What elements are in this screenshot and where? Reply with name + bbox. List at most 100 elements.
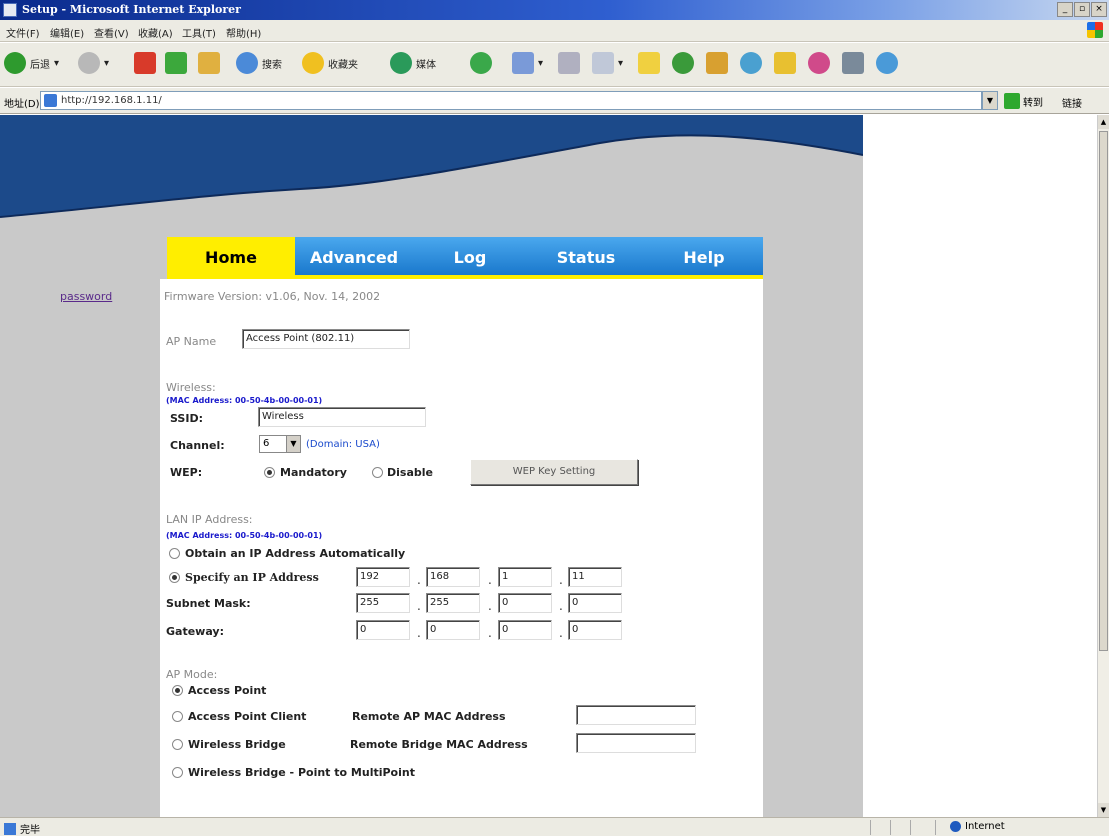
ap-mode-heading: AP Mode: — [166, 668, 218, 681]
mail-button[interactable]: ▾ — [512, 52, 543, 74]
favorites-button[interactable]: 收藏夹 — [302, 52, 358, 74]
address-label: 地址(D) — [4, 99, 40, 110]
ip-octet-2[interactable]: 168 — [426, 567, 480, 587]
tab-status[interactable]: Status — [527, 237, 645, 275]
go-button[interactable]: 转到 — [1004, 93, 1043, 109]
media-icon — [390, 52, 412, 74]
menu-file[interactable]: 文件(F) — [6, 25, 40, 40]
subnet-dot: . — [488, 599, 492, 613]
messenger-icon — [672, 52, 694, 74]
home-button[interactable] — [198, 52, 220, 74]
close-button[interactable]: × — [1091, 2, 1107, 17]
settings-form: Firmware Version: v1.06, Nov. 14, 2002 A… — [160, 279, 763, 817]
edit-icon — [592, 52, 614, 74]
page-icon — [44, 94, 57, 107]
back-button[interactable]: 后退 ▾ — [4, 52, 59, 74]
tab-log[interactable]: Log — [413, 237, 527, 275]
mode-ap-client-radio[interactable] — [172, 711, 183, 722]
tool-button-4[interactable] — [808, 52, 830, 74]
forward-button[interactable]: ▾ — [78, 52, 109, 74]
gateway-dot: . — [488, 626, 492, 640]
media-button[interactable]: 媒体 — [390, 52, 436, 74]
remote-bridge-mac-input[interactable] — [576, 733, 696, 753]
gateway-octet-2[interactable]: 0 — [426, 620, 480, 640]
gateway-octet-3[interactable]: 0 — [498, 620, 552, 640]
ip-octet-3[interactable]: 1 — [498, 567, 552, 587]
messenger-button[interactable] — [672, 52, 694, 74]
channel-select[interactable]: 6 ▼ — [259, 435, 301, 453]
tab-help[interactable]: Help — [645, 237, 763, 275]
gateway-dot: . — [417, 626, 421, 640]
subnet-octet-4[interactable]: 0 — [568, 593, 622, 613]
mode-wireless-bridge-label: Wireless Bridge — [188, 738, 286, 751]
subnet-octet-2[interactable]: 255 — [426, 593, 480, 613]
ap-name-input[interactable]: Access Point (802.11) — [242, 329, 410, 349]
note-icon — [774, 52, 796, 74]
address-bar: 地址(D) http://192.168.1.11/ ▼ 转到 链接 — [0, 88, 1109, 114]
menu-view[interactable]: 查看(V) — [94, 25, 129, 40]
menu-tools[interactable]: 工具(T) — [182, 25, 216, 40]
gateway-octet-1[interactable]: 0 — [356, 620, 410, 640]
specify-ip-label: Specify an IP Address — [185, 571, 319, 584]
star-icon — [302, 52, 324, 74]
gateway-octet-4[interactable]: 0 — [568, 620, 622, 640]
password-link[interactable]: password — [60, 290, 112, 303]
maximize-button[interactable]: ▫ — [1074, 2, 1090, 17]
obtain-ip-auto-radio[interactable] — [169, 548, 180, 559]
tool-button-2[interactable] — [740, 52, 762, 74]
gateway-dot: . — [559, 626, 563, 640]
address-url: http://192.168.1.11/ — [61, 95, 162, 106]
stop-button[interactable] — [134, 52, 156, 74]
ssid-input[interactable]: Wireless — [258, 407, 426, 427]
tool-button-1[interactable] — [706, 52, 728, 74]
tool-button-6[interactable] — [876, 52, 898, 74]
menu-bar: 文件(F) 编辑(E) 查看(V) 收藏(A) 工具(T) 帮助(H) — [0, 20, 1109, 42]
address-input[interactable]: http://192.168.1.11/ — [40, 91, 982, 110]
wep-mandatory-radio[interactable] — [264, 467, 275, 478]
mode-access-point-radio[interactable] — [172, 685, 183, 696]
wireless-heading: Wireless: — [166, 381, 216, 394]
tool-button-5[interactable] — [842, 52, 864, 74]
scroll-thumb[interactable] — [1099, 131, 1108, 651]
subnet-dot: . — [559, 599, 563, 613]
menu-edit[interactable]: 编辑(E) — [50, 25, 84, 40]
scroll-down-icon[interactable]: ▼ — [1098, 803, 1109, 817]
remote-ap-mac-input[interactable] — [576, 705, 696, 725]
print-button[interactable] — [558, 52, 580, 74]
subnet-mask-label: Subnet Mask: — [166, 597, 251, 610]
mode-wireless-bridge-radio[interactable] — [172, 739, 183, 750]
folder-button[interactable] — [638, 52, 660, 74]
menu-favorites[interactable]: 收藏(A) — [138, 25, 173, 40]
remote-ap-mac-label: Remote AP MAC Address — [352, 710, 506, 723]
menu-help[interactable]: 帮助(H) — [226, 25, 261, 40]
browser-toolbar: 后退 ▾ ▾ 搜索 收藏夹 媒体 ▾ ▾ — [0, 43, 1109, 87]
minimize-button[interactable]: _ — [1057, 2, 1073, 17]
ip-octet-4[interactable]: 11 — [568, 567, 622, 587]
subnet-octet-1[interactable]: 255 — [356, 593, 410, 613]
tool-button-3[interactable] — [774, 52, 796, 74]
lan-mac-address: (MAC Address: 00-50-4b-00-00-01) — [166, 531, 323, 540]
wep-disable-radio[interactable] — [372, 467, 383, 478]
edit-button[interactable]: ▾ — [592, 52, 623, 74]
tab-home[interactable]: Home — [167, 237, 295, 275]
status-divider — [870, 820, 871, 835]
search-icon — [236, 52, 258, 74]
specify-ip-radio[interactable] — [169, 572, 180, 583]
tools-icon — [706, 52, 728, 74]
subnet-octet-3[interactable]: 0 — [498, 593, 552, 613]
status-divider — [910, 820, 911, 835]
history-button[interactable] — [470, 52, 492, 74]
ip-octet-1[interactable]: 192 — [356, 567, 410, 587]
tab-advanced[interactable]: Advanced — [295, 237, 413, 275]
zone-label: Internet — [965, 821, 1005, 832]
refresh-button[interactable] — [165, 52, 187, 74]
vertical-scrollbar[interactable]: ▲ ▼ — [1097, 115, 1109, 817]
address-dropdown-icon[interactable]: ▼ — [982, 91, 998, 110]
links-button[interactable]: 链接 — [1062, 95, 1082, 110]
search-button[interactable]: 搜索 — [236, 52, 282, 74]
wep-disable-label: Disable — [387, 466, 433, 479]
flower-icon — [808, 52, 830, 74]
mode-multipoint-radio[interactable] — [172, 767, 183, 778]
wep-key-setting-button[interactable]: WEP Key Setting — [470, 459, 638, 485]
scroll-up-icon[interactable]: ▲ — [1098, 115, 1109, 129]
